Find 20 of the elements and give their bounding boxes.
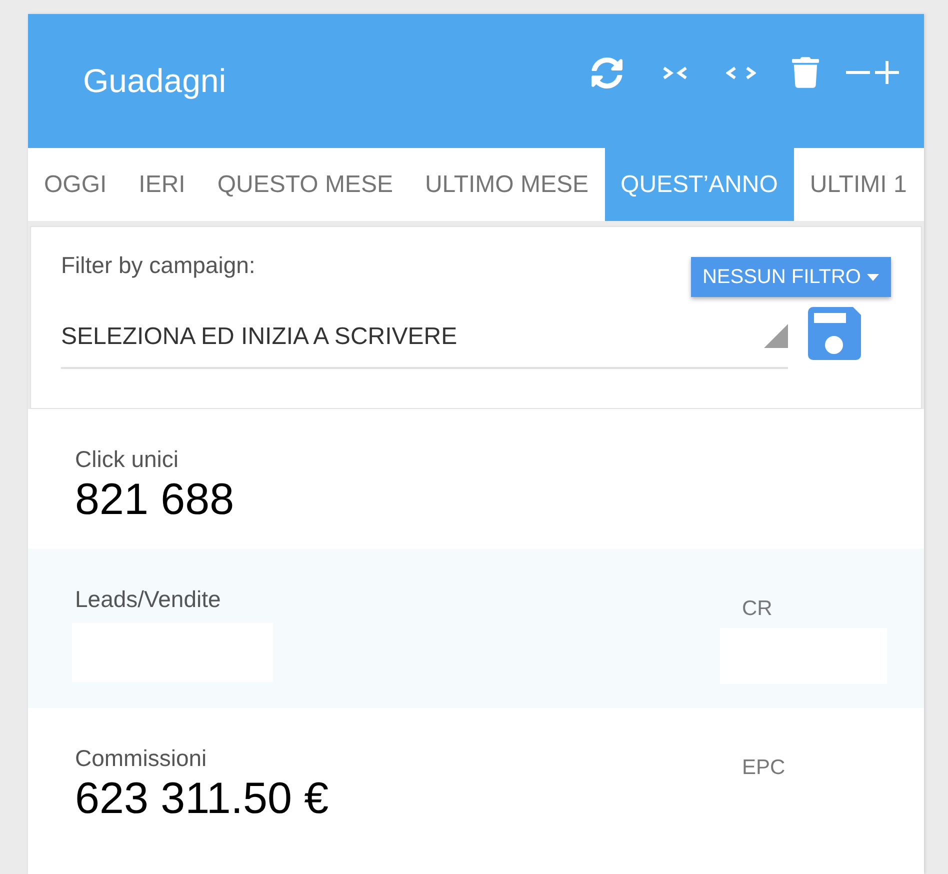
dropdown-triangle-icon (764, 324, 788, 348)
widget-title: Guadagni (83, 62, 226, 100)
stat-value: 821 688 (75, 475, 234, 525)
save-button[interactable] (808, 307, 861, 360)
trash-icon (792, 57, 819, 88)
minus-plus-icon (846, 61, 899, 84)
stat-label: Leads/Vendite (75, 586, 221, 613)
campaign-search-input[interactable]: SELEZIONA ED INIZIA A SCRIVERE (61, 323, 764, 351)
chevrons-inward-icon (662, 66, 688, 80)
caret-icon (867, 274, 879, 280)
stat-label: Click unici (75, 446, 179, 473)
filter-dropdown-button[interactable]: NESSUN FILTRO (691, 257, 891, 297)
filter-label: Filter by campaign: (61, 252, 256, 279)
stat-label: EPC (742, 755, 786, 780)
refresh-icon (591, 56, 623, 88)
stat-label: Commissioni (75, 745, 207, 772)
stat-label: CR (742, 596, 772, 621)
stat-value: 623 311.50 € (75, 774, 329, 824)
tab[interactable]: QUEST’ANNO (604, 148, 794, 221)
chevrons-outward-icon (726, 66, 756, 80)
